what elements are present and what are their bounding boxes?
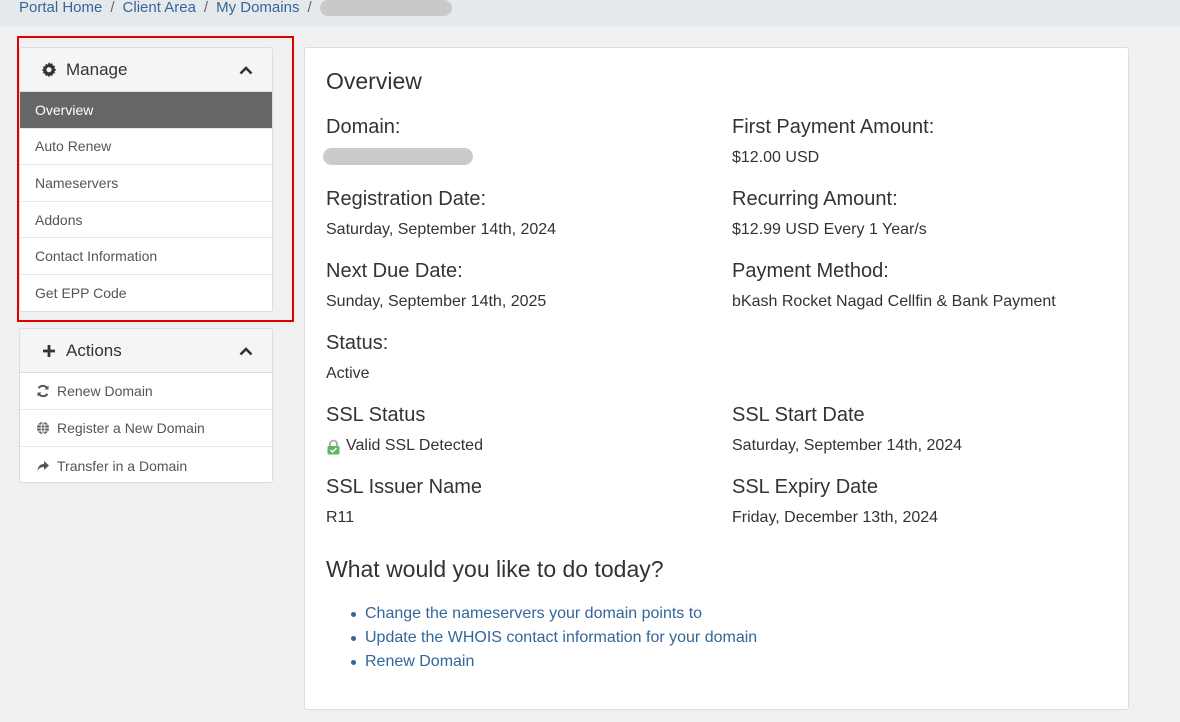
breadcrumb-client-area[interactable]: Client Area — [123, 0, 196, 16]
ssl-start-value: Saturday, September 14th, 2024 — [732, 437, 963, 454]
ssl-start-field: SSL Start Date Saturday, September 14th,… — [732, 402, 962, 456]
bullet — [351, 611, 356, 617]
breadcrumb-portal-home[interactable]: Portal Home — [19, 0, 102, 16]
first-payment-value: $12.00 USD — [732, 149, 820, 166]
ssl-issuer-label: SSL Issuer Name — [326, 476, 482, 498]
action-register-new-domain[interactable]: Register a New Domain — [20, 410, 272, 447]
status-label: Status: — [326, 332, 389, 354]
manage-highlight-box — [17, 36, 294, 322]
list-item: Change the nameservers your domain point… — [351, 602, 757, 626]
lock-icon — [326, 439, 341, 455]
list-item: Update the WHOIS contact information for… — [351, 626, 757, 650]
overview-card: Overview Domain: First Payment Amount: $… — [304, 47, 1129, 710]
ssl-status-field: SSL Status Valid SSL Detected — [326, 402, 483, 456]
ssl-expiry-value: Friday, December 13th, 2024 — [732, 509, 939, 526]
breadcrumb-separator: / — [307, 0, 312, 16]
domain-value-redacted[interactable] — [323, 148, 473, 165]
action-label: Renew Domain — [57, 383, 153, 399]
recurring-value: $12.99 USD Every 1 Year/s — [732, 221, 927, 238]
registration-field: Registration Date: Saturday, September 1… — [326, 186, 556, 240]
next-due-label: Next Due Date: — [326, 260, 463, 282]
first-payment-field: First Payment Amount: $12.00 USD — [732, 114, 934, 168]
update-whois-link[interactable]: Update the WHOIS contact information for… — [365, 626, 757, 650]
todo-list: Change the nameservers your domain point… — [351, 602, 757, 674]
breadcrumb: Portal Home / Client Area / My Domains / — [0, 0, 1180, 26]
ssl-expiry-field: SSL Expiry Date Friday, December 13th, 2… — [732, 474, 938, 528]
ssl-status-value: Valid SSL Detected — [346, 437, 483, 454]
todo-title: What would you like to do today? — [326, 556, 664, 582]
payment-method-label: Payment Method: — [732, 260, 889, 282]
list-item: Renew Domain — [351, 650, 757, 674]
first-payment-label: First Payment Amount: — [732, 116, 935, 138]
status-field: Status: Active — [326, 330, 388, 384]
globe-icon — [35, 420, 51, 436]
actions-panel-title: Actions — [66, 340, 122, 360]
action-renew-domain[interactable]: Renew Domain — [20, 373, 272, 410]
registration-value: Saturday, September 14th, 2024 — [326, 221, 557, 238]
ssl-status-label: SSL Status — [326, 404, 426, 426]
overview-title: Overview — [326, 68, 422, 94]
payment-method-value: bKash Rocket Nagad Cellfin & Bank Paymen… — [732, 293, 1056, 310]
change-nameservers-link[interactable]: Change the nameservers your domain point… — [365, 602, 702, 626]
chevron-up-icon[interactable] — [238, 343, 254, 359]
actions-panel-header[interactable]: Actions — [20, 329, 272, 373]
breadcrumb-my-domains[interactable]: My Domains — [216, 0, 299, 16]
ssl-expiry-label: SSL Expiry Date — [732, 476, 878, 498]
ssl-issuer-field: SSL Issuer Name R11 — [326, 474, 482, 528]
domain-label: Domain: — [326, 116, 401, 138]
action-label: Transfer in a Domain — [57, 457, 188, 474]
breadcrumb-separator: / — [110, 0, 115, 16]
bullet — [351, 659, 356, 665]
registration-label: Registration Date: — [326, 188, 487, 210]
action-label: Register a New Domain — [57, 420, 205, 436]
next-due-field: Next Due Date: Sunday, September 14th, 2… — [326, 258, 546, 312]
ssl-start-label: SSL Start Date — [732, 404, 865, 426]
actions-panel: Actions Renew Domain Register a New Doma… — [19, 328, 273, 483]
status-value: Active — [326, 365, 370, 382]
breadcrumb-separator: / — [203, 0, 209, 16]
payment-method-field: Payment Method: bKash Rocket Nagad Cellf… — [732, 258, 1056, 312]
domain-field: Domain: — [323, 114, 473, 165]
bullet — [351, 635, 356, 641]
plus-icon — [40, 342, 58, 360]
recurring-label: Recurring Amount: — [732, 188, 898, 210]
renew-domain-link[interactable]: Renew Domain — [365, 650, 474, 674]
breadcrumb-domain-redacted — [319, 0, 452, 16]
refresh-icon — [35, 383, 51, 399]
ssl-issuer-value: R11 — [326, 509, 355, 526]
action-transfer-domain[interactable]: Transfer in a Domain — [20, 447, 272, 482]
share-arrow-icon — [35, 458, 51, 474]
recurring-field: Recurring Amount: $12.99 USD Every 1 Yea… — [732, 186, 927, 240]
next-due-value: Sunday, September 14th, 2025 — [326, 293, 547, 310]
